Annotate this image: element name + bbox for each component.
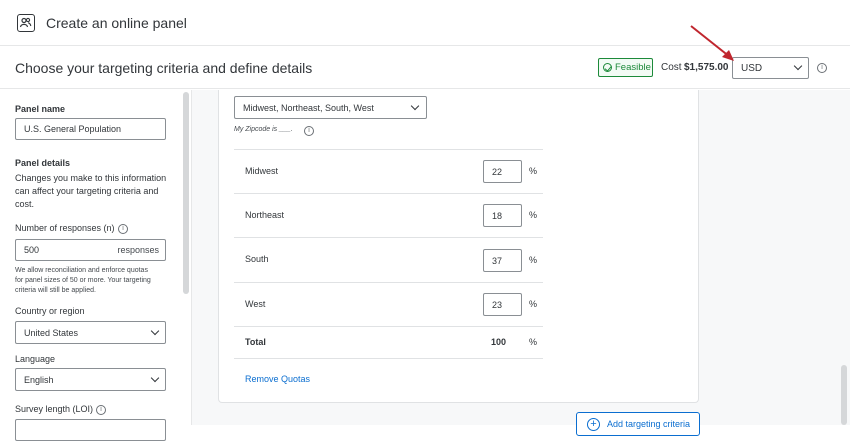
info-icon[interactable]: i [118,224,128,234]
sidebar-divider [191,90,192,425]
panel-details-text-1: Changes you make to this information [15,173,167,183]
responses-value: 500 [24,245,40,255]
page-title: Choose your targeting criteria and defin… [15,60,313,76]
responses-input[interactable]: 500 responses [15,239,166,261]
panel-name-label: Panel name [15,104,66,114]
language-value: English [24,374,54,385]
quota-label-northeast: Northeast [245,210,285,220]
check-circle-icon [603,63,612,72]
quota-label-south: South [245,254,269,264]
panel-name-value: U.S. General Population [24,124,122,134]
region-select[interactable]: Midwest, Northeast, South, West [234,96,427,119]
main-scrollbar[interactable] [841,365,847,425]
sidebar-scrollbar[interactable] [183,92,189,294]
country-select[interactable]: United States [15,321,166,344]
app-title: Create an online panel [46,15,187,31]
quota-input-northeast[interactable]: 18 [483,204,522,227]
annotation-arrow-icon [690,25,734,61]
responses-note-3: criteria will still be applied. [15,287,96,294]
chevron-down-icon [150,326,160,336]
percent-sign: % [529,299,538,309]
panel-name-input[interactable]: U.S. General Population [15,118,166,140]
question-hint: My Zipcode is ___. [234,126,293,133]
row-divider [234,237,543,238]
percent-sign: % [529,255,538,265]
row-divider [234,282,543,283]
total-label: Total [245,337,266,347]
quota-label-midwest: Midwest [245,166,279,176]
row-divider [234,149,543,150]
loi-label: Survey length (LOI) [15,404,94,414]
quota-label-west: West [245,299,266,309]
row-divider [234,193,543,194]
chevron-down-icon [150,373,160,383]
language-label: Language [15,354,56,364]
panel-details-text-3: cost. [15,199,35,209]
responses-note-1: We allow reconciliation and enforce quot… [15,267,148,274]
feasible-badge: Feasible [598,58,653,77]
loi-input[interactable] [15,419,166,441]
country-label: Country or region [15,306,85,316]
percent-sign: % [529,166,538,176]
panel-details-title: Panel details [15,158,71,168]
percent-sign: % [529,210,538,220]
remove-quotas-link[interactable]: Remove Quotas [245,374,310,384]
region-value: Midwest, Northeast, South, West [243,103,374,113]
panel-icon [17,14,35,32]
add-targeting-criteria-button[interactable]: + Add targeting criteria [576,412,700,436]
chevron-down-icon [410,101,420,111]
info-icon[interactable]: i [304,126,314,136]
language-select[interactable]: English [15,368,166,391]
info-icon[interactable]: i [817,63,827,73]
panel-details-text-2: can affect your targeting criteria and [15,186,159,196]
quota-input-midwest[interactable]: 22 [483,160,522,183]
cost-label: Cost [661,62,682,73]
row-divider [234,326,543,327]
responses-note-2: for panel sizes of 50 or more. Your targ… [15,277,151,284]
responses-label: Number of responses (n) [15,223,115,233]
currency-value: USD [741,63,763,74]
currency-select[interactable]: USD [732,57,809,79]
country-value: United States [24,327,79,338]
total-value: 100 [491,337,507,347]
percent-sign: % [529,337,538,347]
responses-suffix: responses [117,245,159,255]
add-targeting-criteria-label: Add targeting criteria [607,419,691,429]
quota-input-west[interactable]: 23 [483,293,522,316]
info-icon[interactable]: i [96,405,106,415]
quota-input-south[interactable]: 37 [483,249,522,272]
row-divider [234,358,543,359]
targeting-card [218,90,699,403]
feasible-label: Feasible [615,62,651,73]
chevron-down-icon [793,61,803,71]
